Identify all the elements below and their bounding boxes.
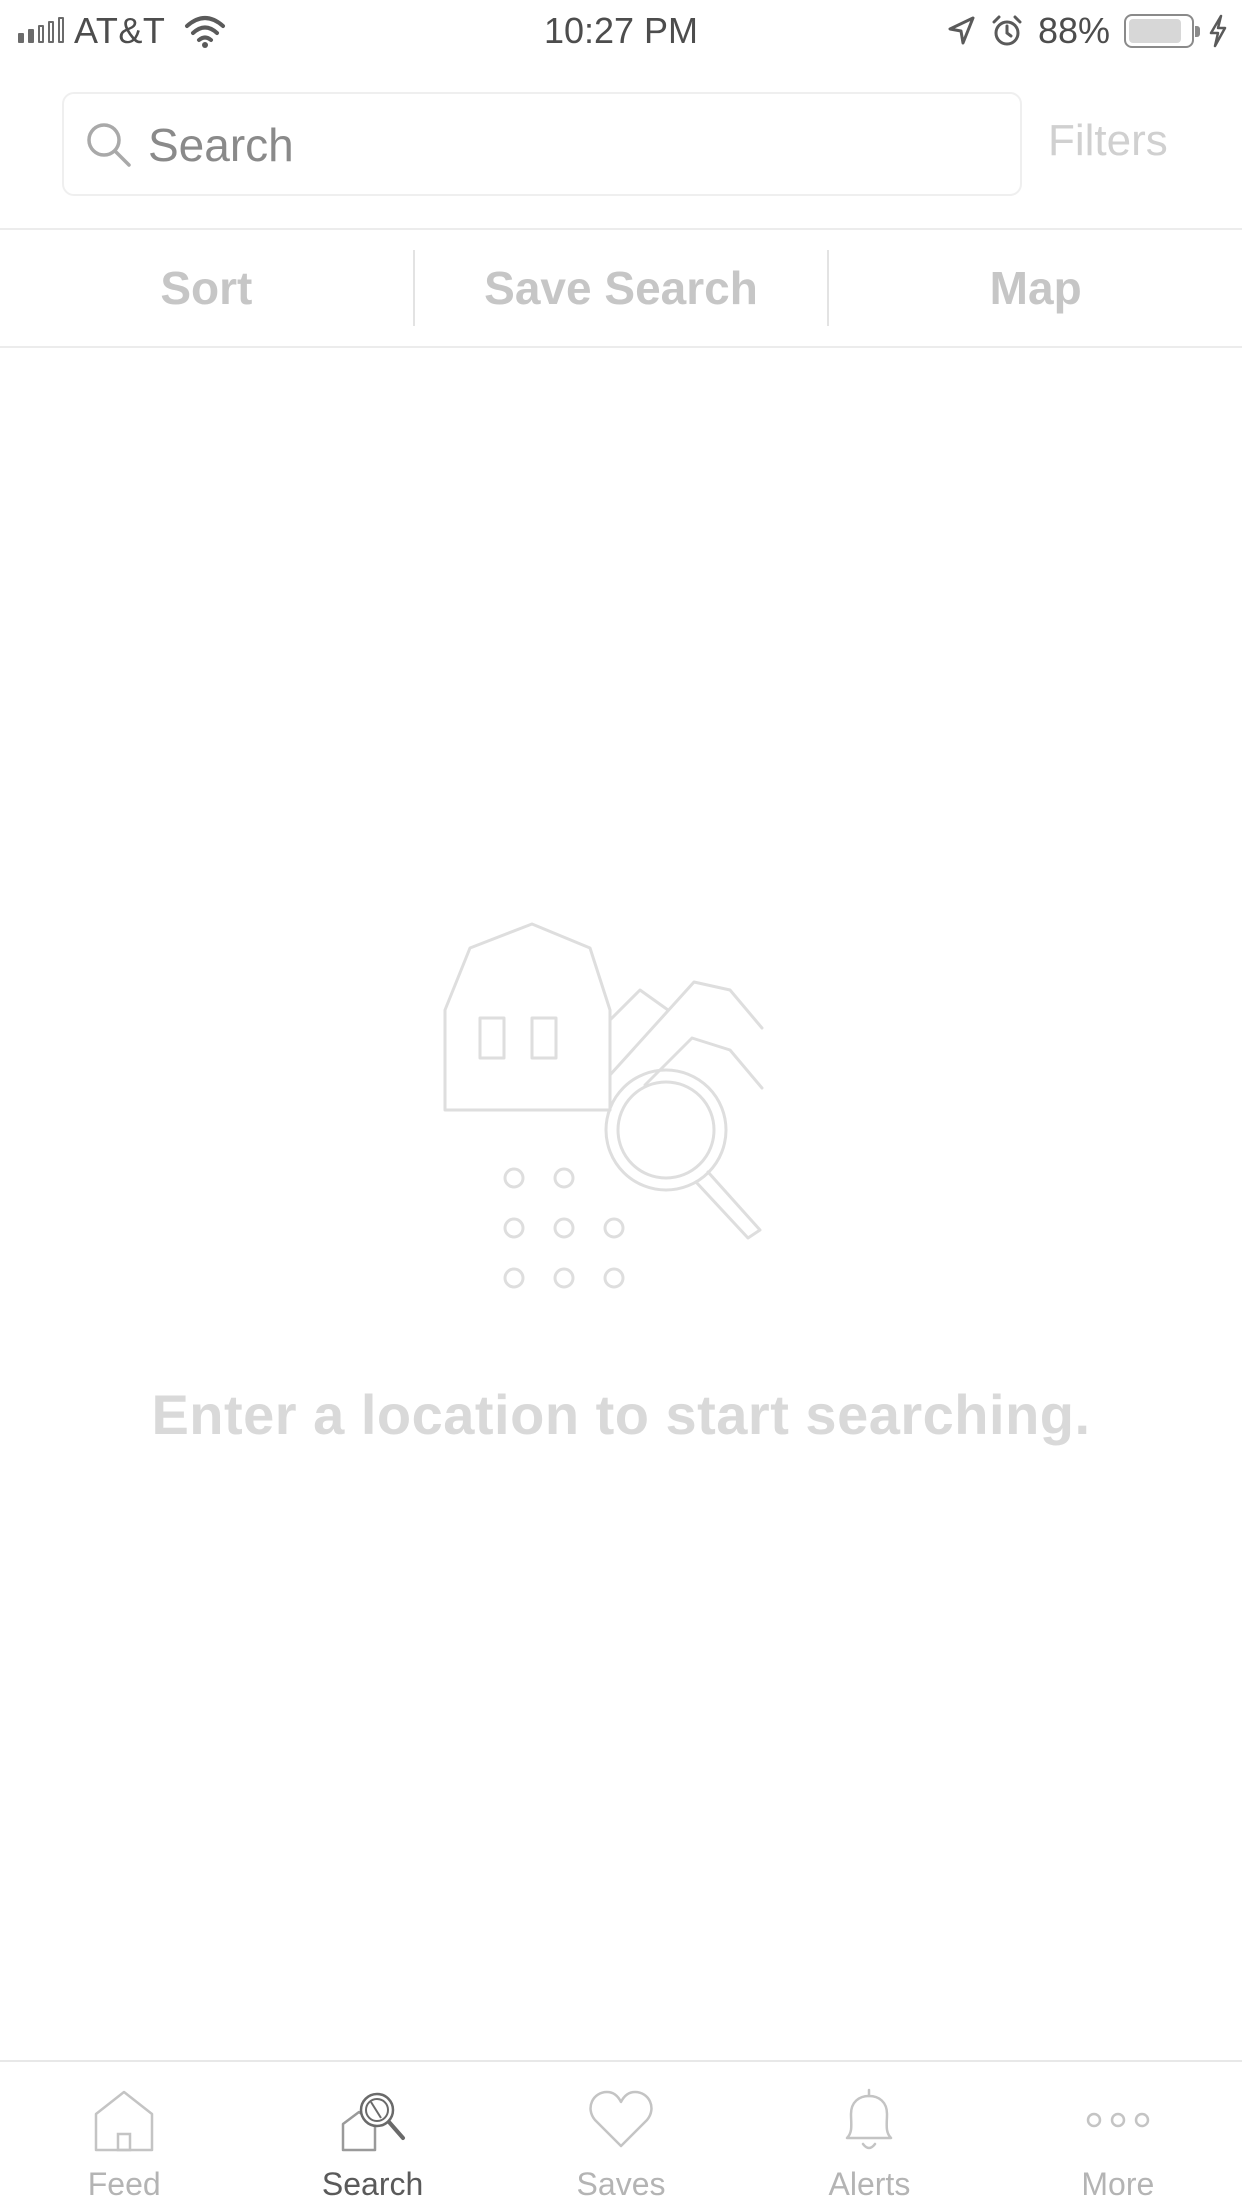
tab-label: More xyxy=(1081,2166,1155,2202)
tab-alerts[interactable]: Alerts xyxy=(745,2062,993,2208)
search-input[interactable] xyxy=(148,102,1008,188)
tab-more[interactable]: More xyxy=(994,2062,1242,2208)
charging-bolt-icon xyxy=(1209,14,1227,48)
status-right: 88% xyxy=(946,10,1228,52)
ellipsis-icon xyxy=(1086,2112,1150,2128)
results-toolbar: Sort Save Search Map xyxy=(0,230,1242,346)
map-button[interactable]: Map xyxy=(829,230,1242,346)
filters-button[interactable]: Filters xyxy=(1048,116,1168,166)
search-screen: AT&T 10:27 PM 88% Search Filters Sort Sa… xyxy=(0,0,1242,2208)
tab-bar: Feed Search Saves Alerts More xyxy=(0,2060,1242,2208)
alarm-clock-icon xyxy=(992,15,1022,46)
house-search-icon xyxy=(341,2092,405,2152)
tab-label: Saves xyxy=(576,2166,666,2202)
search-icon xyxy=(87,123,131,167)
tab-saves[interactable]: Saves xyxy=(497,2062,745,2208)
tab-label: Alerts xyxy=(828,2166,911,2202)
location-arrow-icon xyxy=(948,16,975,45)
house-icon xyxy=(94,2090,154,2152)
tab-label: Feed xyxy=(87,2166,161,2202)
status-bar: AT&T 10:27 PM 88% xyxy=(0,0,1242,62)
battery-level-fill xyxy=(1129,19,1182,43)
empty-search-illustration xyxy=(443,922,764,1289)
save-search-button[interactable]: Save Search xyxy=(415,230,828,346)
heart-icon xyxy=(589,2090,653,2148)
sort-button[interactable]: Sort xyxy=(0,230,413,346)
bell-icon xyxy=(846,2088,893,2150)
battery-percentage: 88% xyxy=(1037,10,1110,51)
empty-state-message: Enter a location to start searching. xyxy=(151,1383,1091,1446)
search-bar[interactable] xyxy=(62,92,1022,196)
tab-label: Search xyxy=(321,2166,424,2202)
toolbar-divider-bottom xyxy=(0,346,1242,348)
battery-icon xyxy=(1124,14,1200,48)
tab-feed[interactable]: Feed xyxy=(0,2062,248,2208)
tab-search[interactable]: Search xyxy=(248,2062,496,2208)
